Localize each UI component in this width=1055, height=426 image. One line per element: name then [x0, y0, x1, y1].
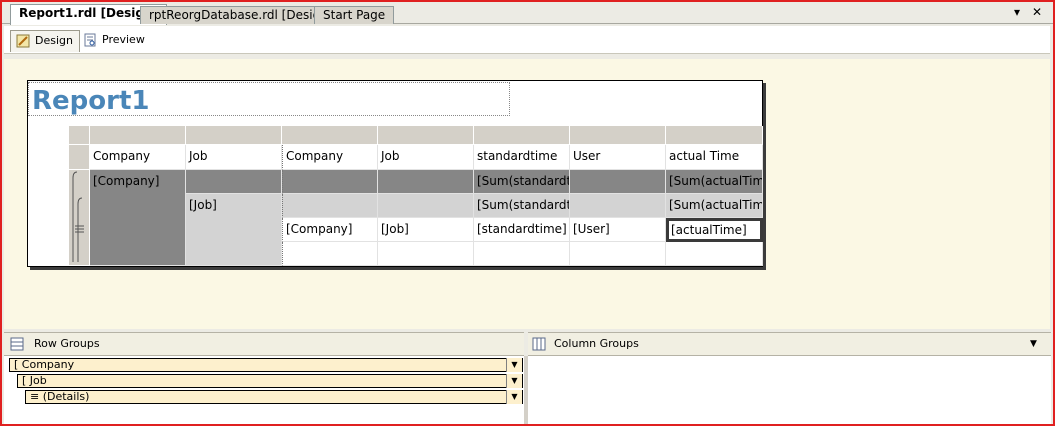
job-sum-standardtime-cell[interactable]: [Sum(standardti [474, 194, 570, 218]
company-sum-actualtime-cell[interactable]: [Sum(actualTim [666, 170, 763, 194]
job-sum-actualtime-cell[interactable]: [Sum(actualTim [666, 194, 763, 218]
report-designer-window: Report1.rdl [Design] rptReorgDatabase.rd… [0, 0, 1055, 426]
header-cell-job-detail[interactable]: Job [378, 145, 474, 170]
header-cell-job[interactable]: Job [186, 145, 282, 170]
document-tab-strip: Report1.rdl [Design] rptReorgDatabase.rd… [2, 2, 1053, 25]
tab-dropdown-icon[interactable]: ▾ [1014, 5, 1020, 19]
empty-cell[interactable] [666, 242, 763, 266]
column-handle-6[interactable] [570, 126, 666, 145]
empty-cell[interactable] [282, 242, 378, 266]
job-group-row-cell[interactable] [378, 194, 474, 218]
column-handle-3[interactable] [282, 126, 378, 145]
detail-cell-company[interactable]: [Company] [282, 218, 378, 242]
detail-cell-user[interactable]: [User] [570, 218, 666, 242]
column-handle-7[interactable] [666, 126, 763, 145]
tab-rptreorgdatabase-design[interactable]: rptReorgDatabase.rdl [Design] [140, 6, 342, 24]
empty-cell[interactable] [570, 242, 666, 266]
tab-start-page[interactable]: Start Page [314, 6, 395, 24]
tab-design[interactable]: Design [10, 30, 80, 52]
row-group-details[interactable]: ≡ (Details) ▼ [25, 390, 523, 404]
column-groups-icon [532, 337, 546, 351]
row-group-details-label: ≡ (Details) [30, 390, 90, 403]
row-group-bracket-icon [72, 171, 84, 262]
job-group-row-cell[interactable] [282, 194, 378, 218]
tablix-corner-handle[interactable] [69, 126, 90, 145]
close-tab-icon[interactable]: ✕ [1032, 5, 1042, 19]
column-handle-1[interactable] [90, 126, 186, 145]
row-group-company[interactable]: [ Company ▼ [9, 358, 523, 372]
row-group-company-label: [ Company [14, 358, 75, 371]
design-pencil-icon [16, 34, 30, 48]
job-group-row-cell[interactable] [570, 194, 666, 218]
pane-dropdown-icon[interactable]: ▼ [1030, 333, 1037, 355]
design-preview-bar: Design Preview [4, 26, 1050, 54]
tab-preview[interactable]: Preview [78, 30, 151, 52]
column-groups-label: Column Groups [554, 337, 639, 350]
column-handle-2[interactable] [186, 126, 282, 145]
row-groups-list: [ Company ▼ [ Job ▼ ≡ (Details) ▼ [4, 356, 524, 424]
chevron-down-icon[interactable]: ▼ [506, 390, 522, 404]
header-cell-company-detail[interactable]: Company [282, 145, 378, 170]
column-handle-4[interactable] [378, 126, 474, 145]
header-cell-actual-time[interactable]: actual Time [666, 145, 763, 170]
header-cell-standardtime[interactable]: standardtime [474, 145, 570, 170]
company-group-cell[interactable]: [Company] [90, 170, 186, 266]
tab-preview-label: Preview [102, 33, 145, 46]
company-sum-standardtime-cell[interactable]: [Sum(standardti [474, 170, 570, 194]
company-group-row-cell[interactable] [186, 170, 282, 194]
detail-cell-standardtime[interactable]: [standardtime] [474, 218, 570, 242]
row-handle-header[interactable] [69, 145, 90, 170]
row-group-job-label: [ Job [22, 374, 47, 387]
column-handle-5[interactable] [474, 126, 570, 145]
company-group-row-cell[interactable] [378, 170, 474, 194]
column-groups-header: Column Groups ▼ [528, 332, 1051, 356]
detail-cell-actualtime-selected[interactable]: [actualTime] [666, 218, 763, 242]
chevron-down-icon[interactable]: ▼ [506, 358, 522, 372]
vertical-scrollbar[interactable] [1050, 59, 1053, 329]
row-groups-label: Row Groups [34, 337, 100, 350]
company-group-row-cell[interactable] [282, 170, 378, 194]
job-group-cell[interactable]: [Job] [186, 194, 282, 266]
empty-cell[interactable] [378, 242, 474, 266]
empty-cell[interactable] [474, 242, 570, 266]
header-cell-company[interactable]: Company [90, 145, 186, 170]
row-groups-header: Row Groups [4, 332, 524, 356]
row-group-job[interactable]: [ Job ▼ [17, 374, 523, 388]
detail-cell-job[interactable]: [Job] [378, 218, 474, 242]
tab-design-label: Design [35, 34, 73, 47]
row-groups-icon [10, 337, 24, 351]
company-group-row-cell[interactable] [570, 170, 666, 194]
preview-page-icon [84, 33, 96, 47]
row-handle-group-bracket[interactable] [69, 170, 90, 266]
column-groups-list[interactable] [528, 356, 1051, 424]
report-title-textbox[interactable]: Report1 [28, 82, 510, 116]
chevron-down-icon[interactable]: ▼ [506, 374, 522, 388]
header-cell-user[interactable]: User [570, 145, 666, 170]
